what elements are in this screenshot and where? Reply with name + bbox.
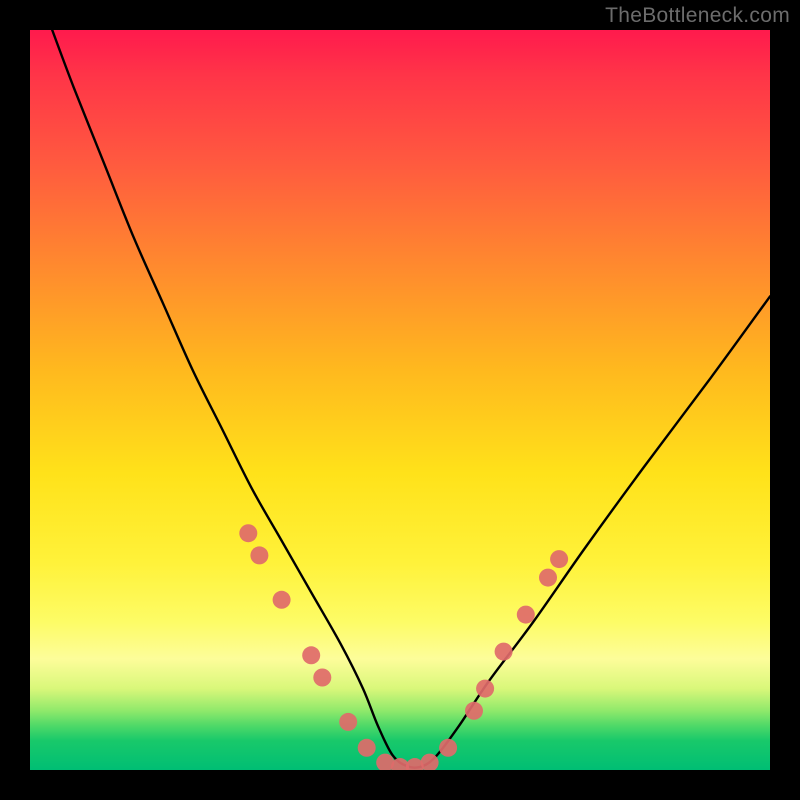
watermark-text: TheBottleneck.com — [605, 4, 790, 28]
highlight-dots-group — [239, 524, 568, 770]
curve-svg — [30, 30, 770, 770]
highlight-dot — [539, 569, 557, 587]
highlight-dot — [250, 546, 268, 564]
gradient-plot-area — [30, 30, 770, 770]
chart-frame: TheBottleneck.com — [0, 0, 800, 800]
highlight-dot — [476, 680, 494, 698]
highlight-dot — [313, 669, 331, 687]
highlight-dot — [239, 524, 257, 542]
highlight-dot — [273, 591, 291, 609]
highlight-dot — [439, 739, 457, 757]
highlight-dot — [465, 702, 483, 720]
highlight-dot — [339, 713, 357, 731]
highlight-dot — [550, 550, 568, 568]
highlight-dot — [358, 739, 376, 757]
highlight-dot — [495, 643, 513, 661]
highlight-dot — [302, 646, 320, 664]
highlight-dot — [517, 606, 535, 624]
bottleneck-curve — [52, 30, 770, 768]
